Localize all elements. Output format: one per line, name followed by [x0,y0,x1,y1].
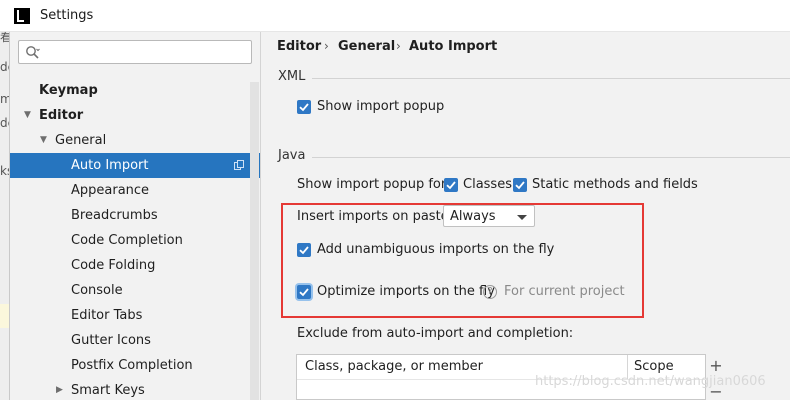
background-highlight [0,304,9,328]
sidebar-item-general[interactable]: ▼ General [10,128,260,153]
sidebar-item-label: Breadcrumbs [71,208,158,223]
watermark: https://blog.csdn.net/wangjian0606 [535,374,766,389]
classes-label: Classes [463,177,512,192]
background-window-edge: 看 de m de ks [0,32,10,400]
sidebar-item-editor[interactable]: ▼ Editor [10,103,260,128]
chevron-down-icon[interactable]: ▼ [40,128,47,153]
add-icon[interactable]: + [708,356,724,375]
sidebar-item-console[interactable]: Console [10,278,260,303]
sidebar-item-label: Code Completion [71,233,183,248]
sidebar-item-label: Appearance [71,183,150,198]
sidebar-item-gutter-icons[interactable]: Gutter Icons [10,328,260,353]
window-title: Settings [40,8,94,23]
sidebar-item-label: Gutter Icons [71,333,151,348]
highlight-annotation-box [281,203,644,318]
background-text-fragment: 看 [0,32,9,45]
sidebar-item-label: Keymap [39,83,98,98]
sidebar-item-code-folding[interactable]: Code Folding [10,253,260,278]
sidebar-item-label: Auto Import [71,158,149,173]
sidebar-item-postfix-completion[interactable]: Postfix Completion [10,353,260,378]
checkmark-icon [446,181,456,190]
show-import-popup-xml-checkbox[interactable] [297,100,311,114]
copy-settings-icon [234,160,244,170]
breadcrumb-item: Auto Import [409,39,498,54]
show-import-popup-xml-label: Show import popup [317,99,445,114]
sidebar-scrollbar[interactable] [250,82,259,400]
section-divider [312,157,790,158]
sidebar-item-label: Console [71,283,123,298]
sidebar-item-auto-import[interactable]: Auto Import [10,153,260,178]
background-text-fragment: ks [0,164,9,178]
show-import-popup-for-label: Show import popup for: [297,177,451,192]
chevron-right-icon: › [324,39,329,53]
sidebar-item-label: General [55,133,107,148]
section-title-java: Java [278,148,306,163]
exclude-label: Exclude from auto-import and completion: [297,326,574,341]
title-bar: Settings [0,0,790,32]
section-title-xml: XML [278,69,306,84]
static-methods-label: Static methods and fields [532,177,698,192]
intellij-app-icon [14,8,30,24]
chevron-right-icon[interactable]: ▶ [56,378,63,400]
breadcrumb-item[interactable]: General [338,39,395,54]
classes-checkbox[interactable] [444,178,458,192]
column-header-class[interactable]: Class, package, or member [305,355,483,379]
chevron-right-icon: › [396,39,401,53]
checkmark-icon [299,103,309,112]
settings-sidebar: Keymap ▼ Editor ▼ General Auto Import Ap… [10,32,261,400]
sidebar-item-breadcrumbs[interactable]: Breadcrumbs [10,203,260,228]
sidebar-item-keymap[interactable]: Keymap [10,78,260,103]
static-methods-checkbox[interactable] [513,178,527,192]
sidebar-item-label: Postfix Completion [71,358,193,373]
breadcrumb-item[interactable]: Editor [277,39,321,54]
sidebar-item-editor-tabs[interactable]: Editor Tabs [10,303,260,328]
background-text-fragment: m [0,92,9,106]
checkmark-icon [515,181,525,190]
sidebar-item-label: Code Folding [71,258,156,273]
settings-content: Editor › General › Auto Import XML Show … [262,32,790,400]
background-text-fragment: de [0,116,9,130]
settings-search-input[interactable] [18,40,252,64]
sidebar-item-label: Smart Keys [71,383,145,398]
section-divider [312,78,790,79]
background-text-fragment: de [0,60,9,74]
sidebar-item-code-completion[interactable]: Code Completion [10,228,260,253]
sidebar-item-label: Editor Tabs [71,308,143,323]
sidebar-item-smart-keys[interactable]: ▶ Smart Keys [10,378,260,400]
search-icon [26,46,40,59]
chevron-down-icon[interactable]: ▼ [24,103,31,128]
sidebar-item-appearance[interactable]: Appearance [10,178,260,203]
sidebar-item-label: Editor [39,108,84,123]
